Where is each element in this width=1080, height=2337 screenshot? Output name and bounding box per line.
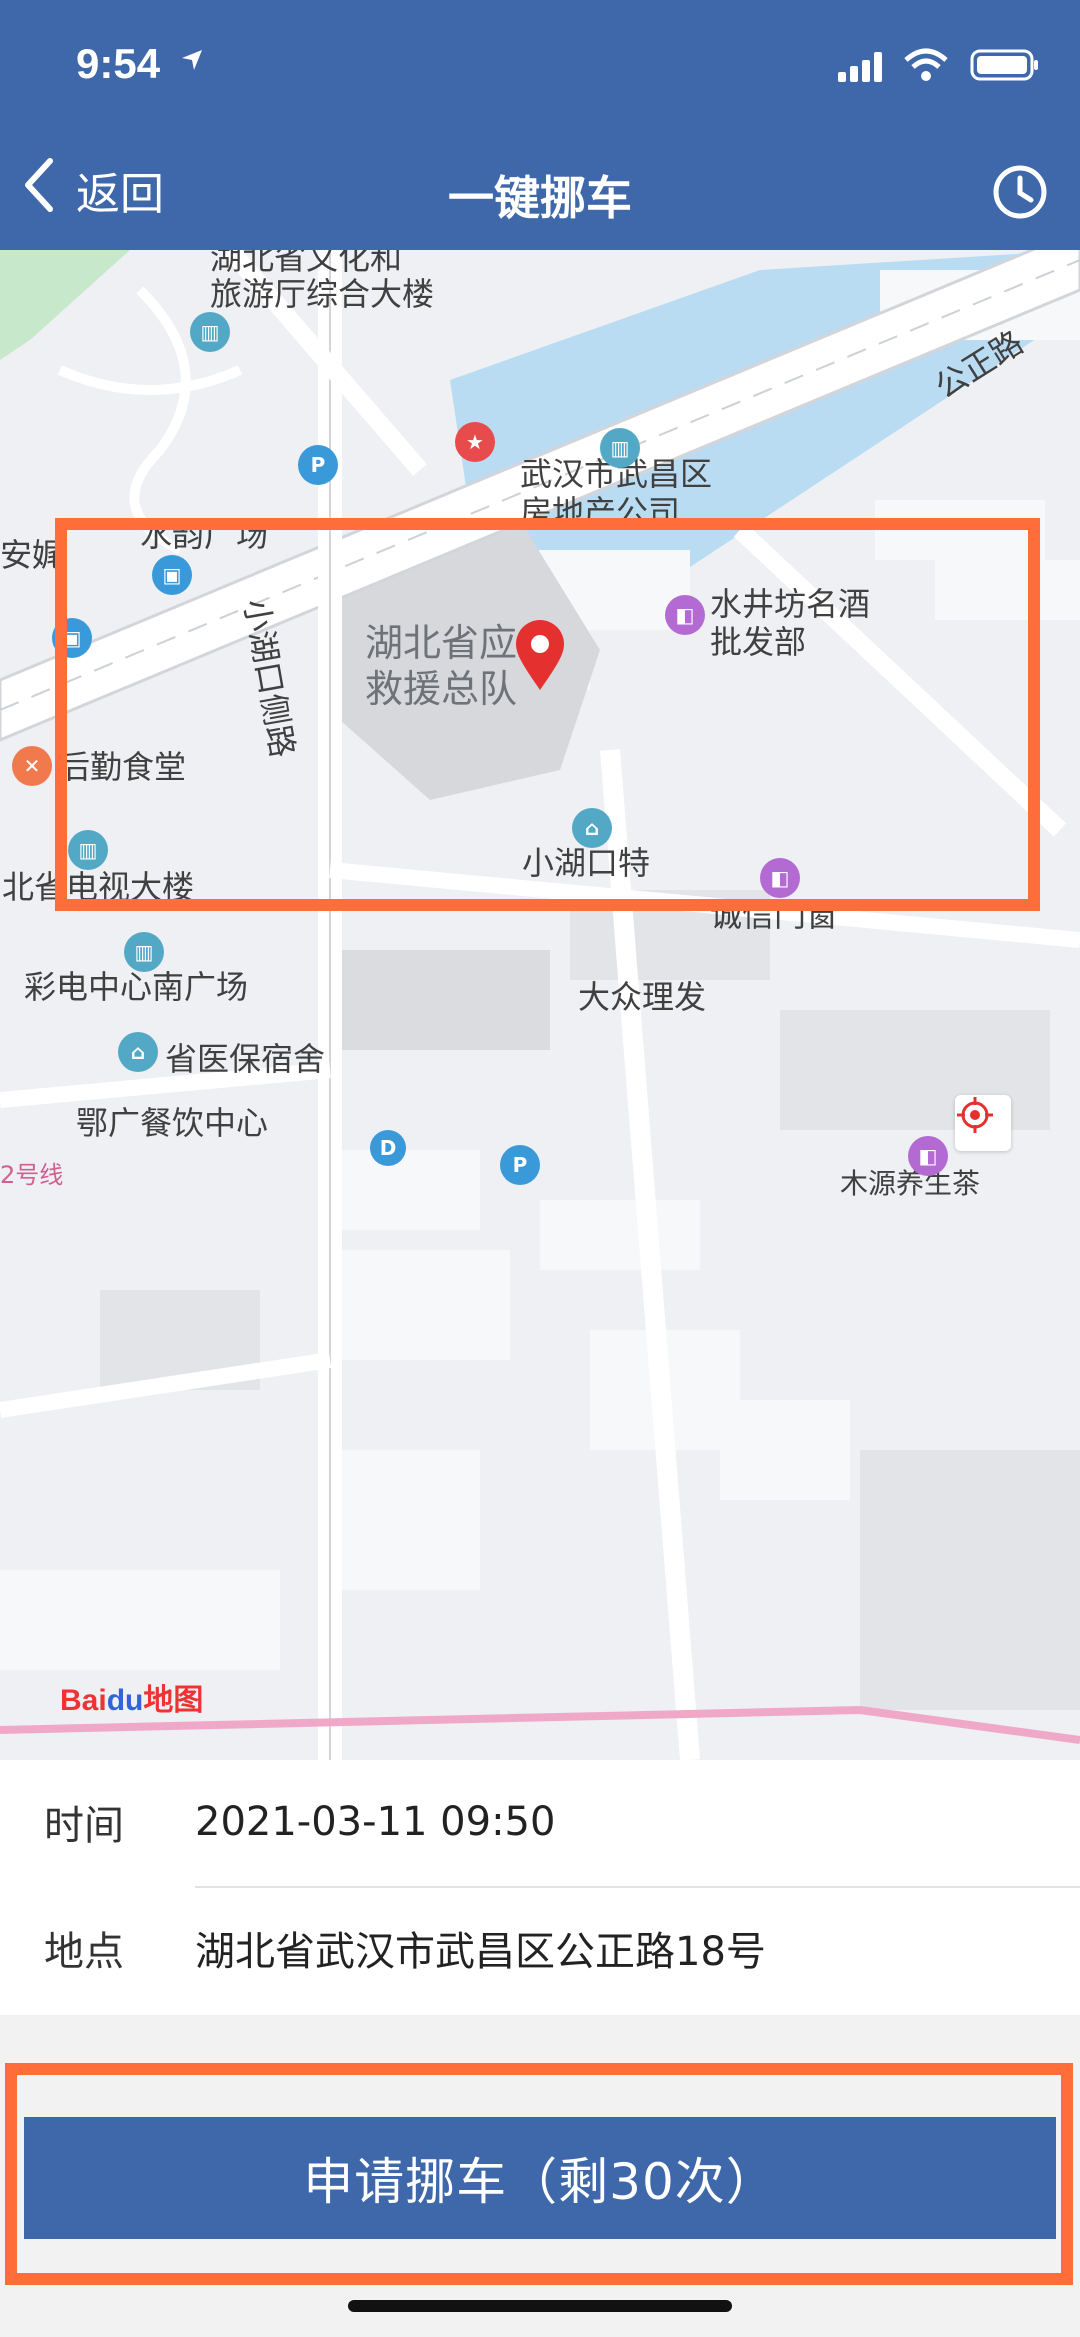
page-title: 一键挪车 xyxy=(448,171,632,225)
map-label-dazhong-barber: 大众理发 xyxy=(578,978,707,1016)
top-bar: 9:54 返回 一键挪车 xyxy=(0,0,1080,250)
status-time: 9:54 xyxy=(76,40,161,87)
home-indicator[interactable] xyxy=(348,2300,732,2312)
signal-icon xyxy=(838,52,882,82)
muyuan-shop-icon[interactable]: ◧ xyxy=(908,1136,948,1176)
map-label-food-center: 鄂广餐饮中心 xyxy=(76,1104,269,1142)
map-label-mu-yuan: 木源养生茶 xyxy=(840,1167,981,1200)
logo-du-text: du xyxy=(106,1684,144,1717)
canteen-fork-icon[interactable]: ✕ xyxy=(12,746,52,786)
wifi-icon xyxy=(904,48,948,86)
clock-icon xyxy=(993,165,1047,219)
target-icon xyxy=(957,1097,993,1133)
time-value: 2021-03-11 09:50 xyxy=(195,1798,556,1845)
time-row: 时间 2021-03-11 09:50 xyxy=(0,1760,1080,1888)
map-view[interactable]: 湖北省文化和 旅游厅综合大楼 水韵广场 武汉市武昌区 房地产公司 公正路 小湖口… xyxy=(0,250,1080,1760)
location-arrow-icon xyxy=(178,46,206,78)
location-label: 地点 xyxy=(44,1928,124,1975)
apply-move-car-button[interactable]: 申请挪车（剩30次） xyxy=(24,2117,1056,2239)
location-row: 地点 湖北省武汉市武昌区公正路18号 xyxy=(0,1886,1080,2009)
map-label-hospital-dorm: 省医保宿舍 xyxy=(165,1040,326,1078)
parking-2-icon[interactable]: P xyxy=(500,1145,540,1185)
time-label: 时间 xyxy=(44,1802,124,1849)
parking-icon[interactable]: P xyxy=(298,445,338,485)
shuiyun-square-poi-icon[interactable]: ▥ xyxy=(190,312,230,352)
map-label-line2: 2号线 xyxy=(0,1161,64,1189)
hospital-dorm-poi-icon[interactable]: ⌂ xyxy=(118,1032,158,1072)
info-panel: 时间 2021-03-11 09:50 地点 湖北省武汉市武昌区公正路18号 xyxy=(0,1760,1080,2015)
caidian-square-poi-icon[interactable]: ▥ xyxy=(124,932,164,972)
metro-d-icon[interactable]: D xyxy=(370,1130,406,1166)
history-button[interactable] xyxy=(990,162,1050,222)
battery-icon xyxy=(970,48,1040,86)
location-value: 湖北省武汉市武昌区公正路18号 xyxy=(195,1928,766,1975)
logo-bai-text: Bai xyxy=(60,1684,107,1717)
property-company-poi-icon[interactable]: ▥ xyxy=(600,428,640,468)
map-label-culture-building: 湖北省文化和 旅游厅综合大楼 xyxy=(210,250,435,313)
logo-ditu-text: 地图 xyxy=(143,1684,204,1717)
status-icons xyxy=(838,48,1040,86)
map-highlight-frame xyxy=(55,518,1040,911)
navigation-bar: 返回 一键挪车 xyxy=(0,150,1080,250)
baidu-map-logo: Baidu地图 xyxy=(60,1675,203,1719)
culture-building-poi-icon[interactable]: ★ xyxy=(455,422,495,462)
locate-button[interactable] xyxy=(955,1095,1011,1151)
